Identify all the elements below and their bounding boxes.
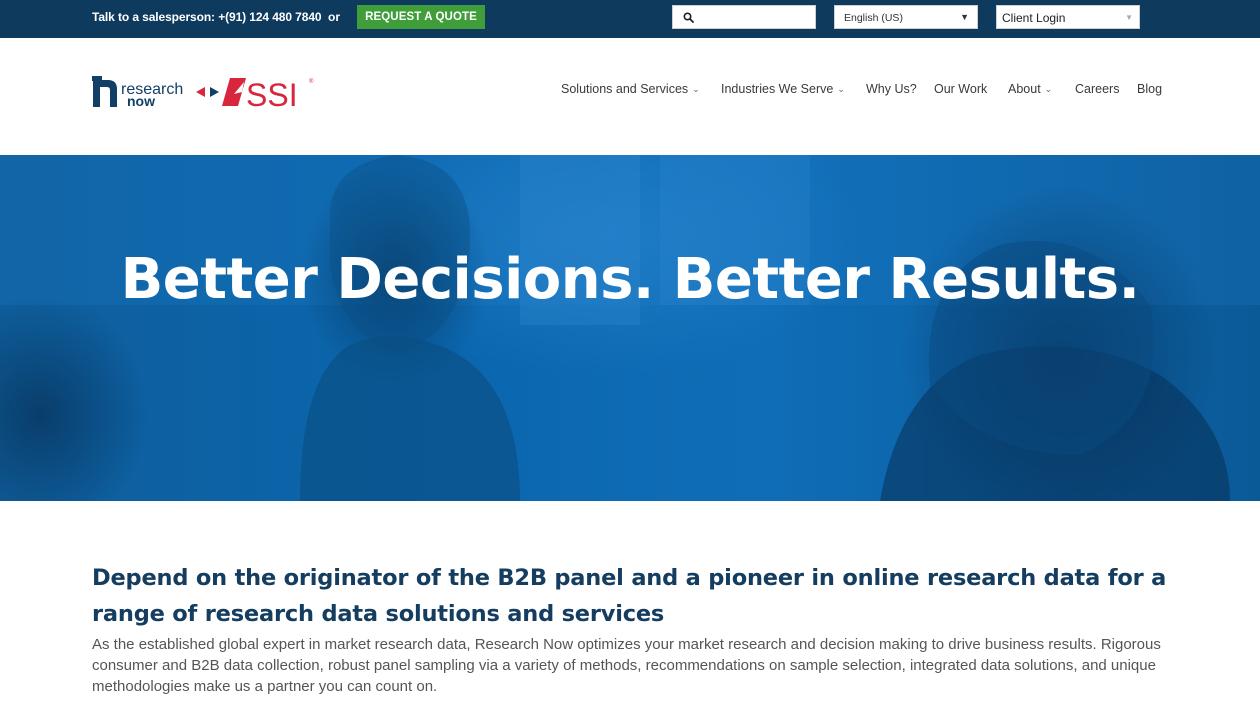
caret-down-icon: ▼ xyxy=(1125,13,1133,22)
chevron-down-icon: ⌄ xyxy=(692,84,700,94)
search-box[interactable] xyxy=(672,5,816,29)
or-label: or xyxy=(328,10,340,24)
salesperson-phone[interactable]: Talk to a salesperson: +(91) 124 480 784… xyxy=(92,10,322,24)
logo-now-text: now xyxy=(127,93,155,109)
nav-label: Our Work xyxy=(934,82,988,96)
top-bar: Talk to a salesperson: +(91) 124 480 784… xyxy=(0,0,1260,38)
client-login-select[interactable]: Client Login ▼ xyxy=(996,5,1140,29)
site-header: research now SSI ® Solutions and Service… xyxy=(0,38,1260,155)
chevron-down-icon: ⌄ xyxy=(837,84,845,94)
hero-banner: Better Decisions. Better Results. xyxy=(0,155,1260,501)
nav-blog[interactable]: Blog xyxy=(1137,82,1162,96)
nav-label: Careers xyxy=(1075,82,1120,96)
nav-why-us[interactable]: Why Us? xyxy=(866,82,917,96)
language-value: English (US) xyxy=(844,12,903,24)
nav-careers[interactable]: Careers xyxy=(1075,82,1119,96)
hero-title: Better Decisions. Better Results. xyxy=(120,247,1140,312)
nav-solutions-and-services[interactable]: Solutions and Services ⌄ xyxy=(561,82,700,96)
section-paragraph: As the established global expert in mark… xyxy=(92,636,1161,695)
client-login-label: Client Login xyxy=(1002,11,1066,25)
nav-industries-we-serve[interactable]: Industries We Serve ⌄ xyxy=(721,82,845,96)
nav-our-work[interactable]: Our Work xyxy=(934,82,987,96)
arrow-left-icon xyxy=(196,87,205,97)
research-now-n-mark xyxy=(93,80,117,107)
request-quote-button[interactable]: REQUEST A QUOTE xyxy=(357,5,485,29)
nav-label: Why Us? xyxy=(866,82,917,96)
arrow-right-icon xyxy=(210,87,219,97)
svg-text:®: ® xyxy=(309,78,314,85)
section-heading: Depend on the originator of the B2B pane… xyxy=(92,565,1167,627)
language-select[interactable]: English (US) ▼ xyxy=(834,5,978,29)
nav-label: Solutions and Services xyxy=(561,82,689,96)
nav-label: Blog xyxy=(1137,82,1163,96)
search-input[interactable] xyxy=(699,8,811,26)
hero-background-image xyxy=(0,155,1260,501)
logo-ssi-text: SSI xyxy=(246,77,298,113)
search-icon[interactable] xyxy=(683,12,694,23)
chevron-down-icon: ⌄ xyxy=(1044,84,1053,94)
nav-label: Industries We Serve xyxy=(721,82,834,96)
research-now-ssi-logo[interactable]: research now SSI ® xyxy=(92,74,322,114)
nav-about[interactable]: About ⌄ xyxy=(1008,82,1052,96)
caret-down-icon: ▼ xyxy=(960,12,969,22)
nav-label: About xyxy=(1008,82,1041,96)
